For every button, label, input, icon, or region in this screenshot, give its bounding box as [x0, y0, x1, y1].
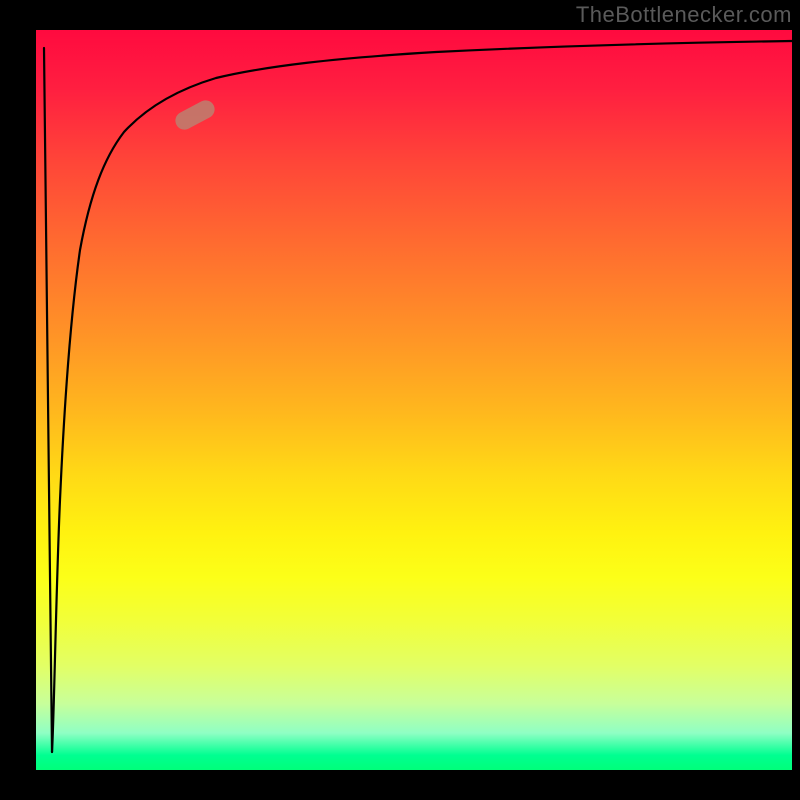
curve-marker — [172, 97, 218, 133]
curve-descending-spike — [44, 48, 52, 752]
curve-main — [52, 41, 792, 752]
chart-plot-area — [36, 30, 792, 770]
chart-svg — [36, 30, 792, 770]
watermark-text: TheBottlenecker.com — [576, 2, 792, 28]
